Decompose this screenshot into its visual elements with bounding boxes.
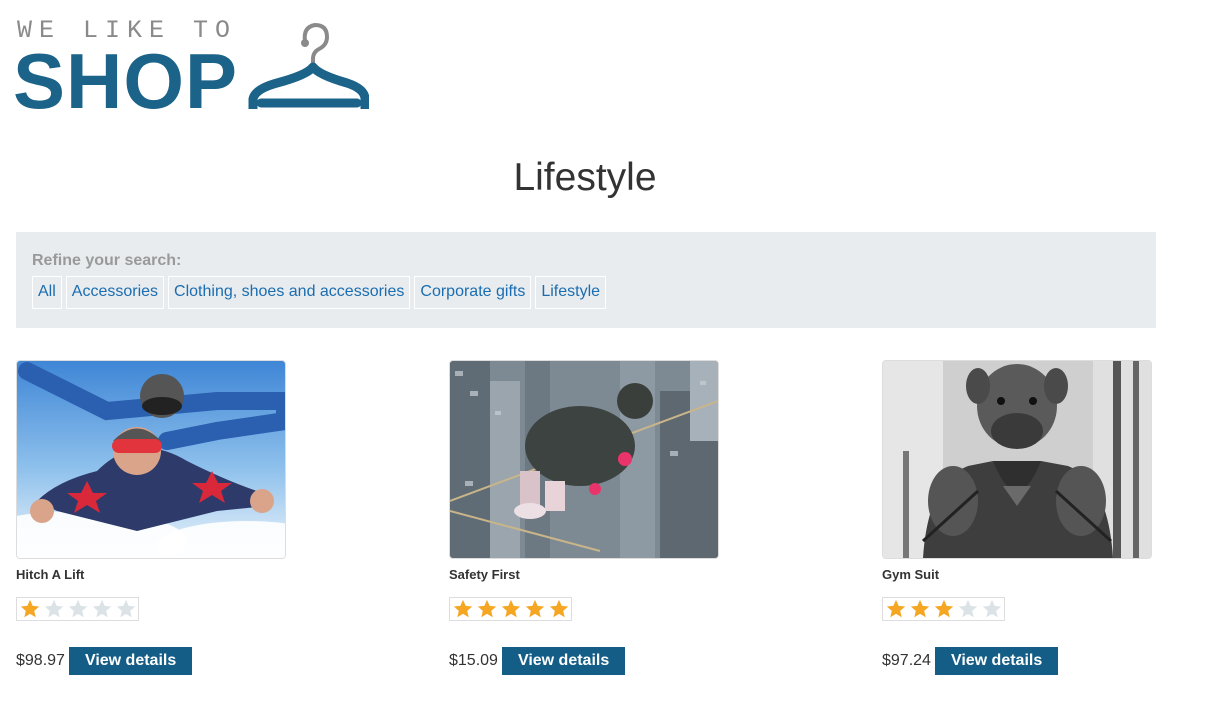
product-name[interactable]: Safety First [449, 567, 729, 582]
product-image-skydiving[interactable] [16, 360, 286, 559]
star-filled-icon [547, 598, 571, 620]
filter-link-accessories[interactable]: Accessories [65, 276, 165, 309]
star-rating [449, 597, 572, 621]
star-filled-icon [884, 598, 908, 620]
filter-link-lifestyle[interactable]: Lifestyle [535, 276, 607, 309]
product-image-bulldog-gym[interactable] [882, 360, 1152, 559]
star-filled-icon [523, 598, 547, 620]
clothes-hanger-icon [248, 22, 369, 109]
star-filled-icon [451, 598, 475, 620]
view-details-button[interactable]: View details [68, 647, 193, 675]
star-filled-icon [475, 598, 499, 620]
product-price: $15.09 [449, 652, 498, 669]
star-empty-icon [90, 598, 114, 620]
page-title: Lifestyle [513, 156, 657, 199]
product-card: Gym Suit $97.24 View details [882, 360, 1162, 675]
filter-heading: Refine your search: [32, 252, 182, 269]
star-filled-icon [18, 598, 42, 620]
product-price: $98.97 [16, 652, 65, 669]
star-filled-icon [908, 598, 932, 620]
star-filled-icon [499, 598, 523, 620]
view-details-button[interactable]: View details [501, 647, 626, 675]
filter-link-all[interactable]: All [32, 276, 62, 309]
filter-link-clothing[interactable]: Clothing, shoes and accessories [168, 276, 411, 309]
filter-link-corporate-gifts[interactable]: Corporate gifts [414, 276, 532, 309]
star-empty-icon [42, 598, 66, 620]
star-empty-icon [980, 598, 1004, 620]
filter-links: All Accessories Clothing, shoes and acce… [32, 276, 607, 309]
product-card: Hitch A Lift $98.97 View details [16, 360, 296, 675]
star-rating [882, 597, 1005, 621]
product-price: $97.24 [882, 652, 931, 669]
star-empty-icon [66, 598, 90, 620]
product-name[interactable]: Hitch A Lift [16, 567, 296, 582]
view-details-button[interactable]: View details [934, 647, 1059, 675]
star-empty-icon [114, 598, 138, 620]
star-filled-icon [932, 598, 956, 620]
product-image-tightrope[interactable] [449, 360, 719, 559]
site-logo[interactable]: WE LIKE TO SHOP [13, 14, 375, 120]
star-empty-icon [956, 598, 980, 620]
product-card: Safety First $15.09 View details [449, 360, 729, 675]
star-rating [16, 597, 139, 621]
filter-panel: Refine your search: All Accessories Clot… [16, 232, 1156, 328]
product-name[interactable]: Gym Suit [882, 567, 1162, 582]
logo-wordmark: SHOP [13, 37, 239, 125]
